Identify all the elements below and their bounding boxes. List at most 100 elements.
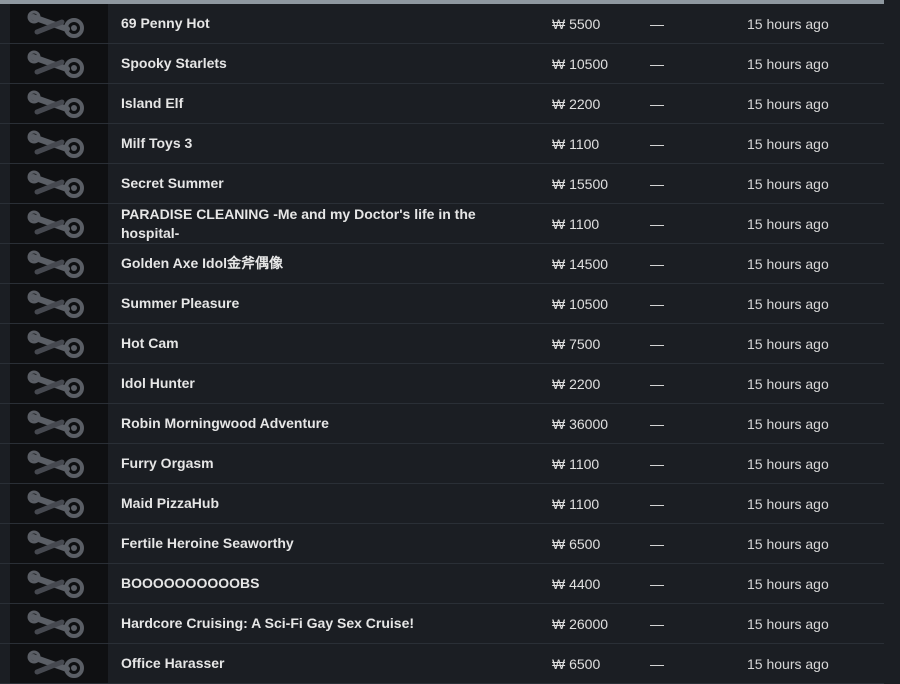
steam-logo-icon (27, 650, 84, 678)
table-row[interactable]: Idol Hunter ₩ 2200 — 15 hours ago (0, 364, 884, 404)
app-thumbnail[interactable] (10, 404, 108, 443)
table-row[interactable]: 69 Penny Hot ₩ 5500 — 15 hours ago (0, 4, 884, 44)
app-title[interactable]: Secret Summer (121, 164, 501, 203)
app-title[interactable]: Spooky Starlets (121, 44, 501, 83)
app-thumbnail[interactable] (10, 4, 108, 43)
last-updated: 15 hours ago (747, 295, 829, 312)
app-title[interactable]: PARADISE CLEANING -Me and my Doctor's li… (121, 204, 501, 243)
table-row[interactable]: Hardcore Cruising: A Sci-Fi Gay Sex Crui… (0, 604, 884, 644)
app-title[interactable]: Hardcore Cruising: A Sci-Fi Gay Sex Crui… (121, 604, 501, 643)
app-price: ₩ 15500 (552, 175, 609, 192)
steam-logo-icon (27, 210, 84, 238)
app-thumbnail[interactable] (10, 564, 108, 603)
app-title[interactable]: Hot Cam (121, 324, 501, 363)
app-discount: — (650, 415, 664, 432)
app-thumbnail[interactable] (10, 524, 108, 563)
app-price: ₩ 6500 (552, 535, 601, 552)
app-price: ₩ 7500 (552, 335, 601, 352)
scrollbar-track[interactable] (884, 0, 900, 684)
last-updated: 15 hours ago (747, 575, 829, 592)
app-thumbnail[interactable] (10, 44, 108, 83)
app-thumbnail[interactable] (10, 284, 108, 323)
app-discount: — (650, 255, 664, 272)
app-title[interactable]: Fertile Heroine Seaworthy (121, 524, 501, 563)
steam-logo-icon (27, 50, 84, 78)
app-title[interactable]: Robin Morningwood Adventure (121, 404, 501, 443)
app-thumbnail[interactable] (10, 364, 108, 403)
steam-logo-icon (27, 490, 84, 518)
app-price: ₩ 2200 (552, 375, 601, 392)
last-updated: 15 hours ago (747, 455, 829, 472)
steam-logo-icon (27, 370, 84, 398)
app-thumbnail[interactable] (10, 444, 108, 483)
app-price: ₩ 1100 (552, 495, 600, 512)
steam-logo-icon (27, 10, 84, 38)
app-thumbnail[interactable] (10, 604, 108, 643)
last-updated: 15 hours ago (747, 135, 829, 152)
app-discount: — (650, 455, 664, 472)
steam-logo-icon (27, 450, 84, 478)
app-thumbnail[interactable] (10, 324, 108, 363)
app-discount: — (650, 215, 664, 232)
app-title[interactable]: Idol Hunter (121, 364, 501, 403)
app-discount: — (650, 655, 664, 672)
app-thumbnail[interactable] (10, 244, 108, 283)
table-row[interactable]: Summer Pleasure ₩ 10500 — 15 hours ago (0, 284, 884, 324)
app-thumbnail[interactable] (10, 204, 108, 243)
app-title[interactable]: Golden Axe Idol金斧偶像 (121, 244, 501, 283)
steam-logo-icon (27, 170, 84, 198)
app-price: ₩ 10500 (552, 295, 609, 312)
app-thumbnail[interactable] (10, 164, 108, 203)
app-discount: — (650, 15, 664, 32)
table-row[interactable]: PARADISE CLEANING -Me and my Doctor's li… (0, 204, 884, 244)
app-title[interactable]: Summer Pleasure (121, 284, 501, 323)
table-row[interactable]: Office Harasser ₩ 6500 — 15 hours ago (0, 644, 884, 684)
app-price: ₩ 10500 (552, 55, 609, 72)
steam-logo-icon (27, 130, 84, 158)
last-updated: 15 hours ago (747, 655, 829, 672)
steam-logo-icon (27, 250, 84, 278)
table-row[interactable]: Maid PizzaHub ₩ 1100 — 15 hours ago (0, 484, 884, 524)
last-updated: 15 hours ago (747, 615, 829, 632)
table-row[interactable]: Milf Toys 3 ₩ 1100 — 15 hours ago (0, 124, 884, 164)
last-updated: 15 hours ago (747, 335, 829, 352)
table-row[interactable]: Furry Orgasm ₩ 1100 — 15 hours ago (0, 444, 884, 484)
last-updated: 15 hours ago (747, 375, 829, 392)
app-price: ₩ 36000 (552, 415, 609, 432)
app-discount: — (650, 55, 664, 72)
steam-logo-icon (27, 90, 84, 118)
table-row[interactable]: BOOOOOOOOOOBS ₩ 4400 — 15 hours ago (0, 564, 884, 604)
app-discount: — (650, 535, 664, 552)
app-discount: — (650, 495, 664, 512)
last-updated: 15 hours ago (747, 495, 829, 512)
app-price: ₩ 6500 (552, 655, 601, 672)
app-title[interactable]: BOOOOOOOOOOBS (121, 564, 501, 603)
app-price: ₩ 1100 (552, 455, 600, 472)
app-title[interactable]: Office Harasser (121, 644, 501, 683)
app-thumbnail[interactable] (10, 84, 108, 123)
table-row[interactable]: Island Elf ₩ 2200 — 15 hours ago (0, 84, 884, 124)
app-thumbnail[interactable] (10, 484, 108, 523)
app-thumbnail[interactable] (10, 124, 108, 163)
table-row[interactable]: Golden Axe Idol金斧偶像 ₩ 14500 — 15 hours a… (0, 244, 884, 284)
app-price: ₩ 2200 (552, 95, 601, 112)
app-list: 69 Penny Hot ₩ 5500 — 15 hours ago Spook… (0, 4, 884, 684)
app-thumbnail[interactable] (10, 644, 108, 683)
table-row[interactable]: Secret Summer ₩ 15500 — 15 hours ago (0, 164, 884, 204)
app-discount: — (650, 295, 664, 312)
app-price: ₩ 26000 (552, 615, 609, 632)
app-discount: — (650, 335, 664, 352)
app-title[interactable]: 69 Penny Hot (121, 4, 501, 43)
app-discount: — (650, 95, 664, 112)
app-price: ₩ 1100 (552, 215, 600, 232)
app-title[interactable]: Maid PizzaHub (121, 484, 501, 523)
app-title[interactable]: Furry Orgasm (121, 444, 501, 483)
table-row[interactable]: Hot Cam ₩ 7500 — 15 hours ago (0, 324, 884, 364)
last-updated: 15 hours ago (747, 255, 829, 272)
table-row[interactable]: Spooky Starlets ₩ 10500 — 15 hours ago (0, 44, 884, 84)
app-discount: — (650, 575, 664, 592)
table-row[interactable]: Fertile Heroine Seaworthy ₩ 6500 — 15 ho… (0, 524, 884, 564)
table-row[interactable]: Robin Morningwood Adventure ₩ 36000 — 15… (0, 404, 884, 444)
app-title[interactable]: Island Elf (121, 84, 501, 123)
app-title[interactable]: Milf Toys 3 (121, 124, 501, 163)
